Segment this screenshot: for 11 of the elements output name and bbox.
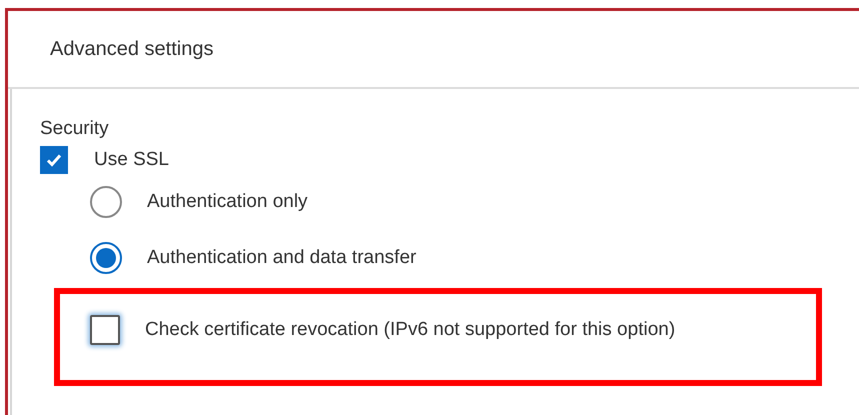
checkbox[interactable] <box>90 315 120 345</box>
checkmark-icon <box>46 153 62 167</box>
radio-label: Authentication and data transfer <box>147 246 416 270</box>
checkbox-label: Check certificate revocation (IPv6 not supported for this option) <box>145 318 676 342</box>
checkbox[interactable] <box>40 146 68 174</box>
radio-button[interactable] <box>90 186 122 218</box>
radio-button[interactable] <box>90 242 122 274</box>
radio-label: Authentication only <box>147 190 308 214</box>
dialog-title: Advanced settings <box>50 37 214 62</box>
section-title: Security <box>40 117 110 141</box>
checkbox-label: Use SSL <box>94 148 169 172</box>
